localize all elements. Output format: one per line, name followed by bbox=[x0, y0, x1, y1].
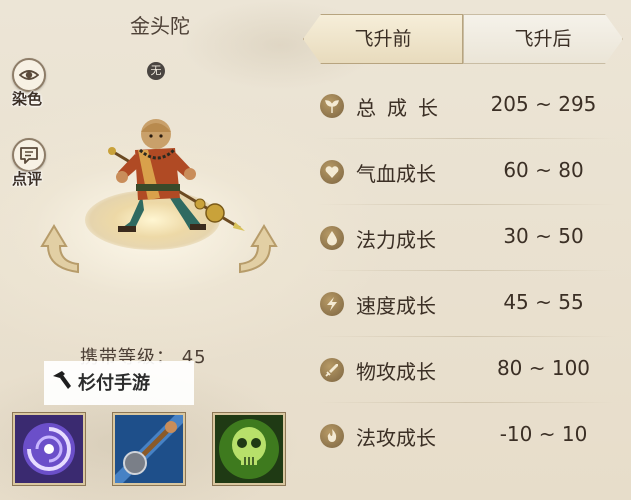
review-label: 点评 bbox=[11, 170, 42, 188]
total-growth-icon bbox=[320, 94, 344, 118]
status-badge: 无 bbox=[147, 62, 165, 80]
watermark: 杉付手游 bbox=[44, 361, 194, 405]
rotate-right-arrow-icon[interactable] bbox=[236, 220, 280, 276]
divider bbox=[316, 336, 616, 337]
stat-name: 总成长 bbox=[356, 96, 449, 120]
stat-name: 气血成长 bbox=[356, 162, 436, 186]
dye-label: 染色 bbox=[11, 90, 42, 108]
stat-row-physical-attack-growth: 物攻成长 80 ~ 100 bbox=[316, 350, 616, 390]
stat-range: 60 ~ 80 bbox=[503, 158, 584, 182]
stat-row-hp-growth: 气血成长 60 ~ 80 bbox=[316, 152, 616, 192]
chat-bubble-icon bbox=[12, 138, 46, 172]
divider bbox=[316, 204, 616, 205]
hammer-icon bbox=[53, 371, 71, 389]
dye-button[interactable]: 染色 bbox=[4, 58, 50, 120]
divider bbox=[316, 138, 616, 139]
drop-icon bbox=[320, 226, 344, 250]
divider bbox=[316, 402, 616, 403]
pet-name: 金头陀 bbox=[130, 14, 190, 38]
stat-range: 205 ~ 295 bbox=[490, 92, 597, 116]
vortex-skill-icon[interactable] bbox=[13, 413, 85, 485]
rotate-left-arrow-icon[interactable] bbox=[38, 220, 82, 276]
review-button[interactable]: 点评 bbox=[4, 138, 50, 200]
eye-icon bbox=[12, 58, 46, 92]
heart-icon bbox=[320, 160, 344, 184]
mace-skill-icon[interactable] bbox=[113, 413, 185, 485]
skull-skill-icon[interactable] bbox=[213, 413, 285, 485]
ascension-tabs: 飞升前 飞升后 bbox=[303, 14, 623, 64]
stat-range: 30 ~ 50 bbox=[503, 224, 584, 248]
tab-before-ascension[interactable]: 飞升前 bbox=[303, 14, 463, 64]
stat-name: 法力成长 bbox=[356, 228, 436, 252]
divider bbox=[316, 270, 616, 271]
stat-range: -10 ~ 10 bbox=[499, 422, 588, 446]
pet-character-image bbox=[108, 119, 245, 232]
stat-name: 速度成长 bbox=[356, 294, 436, 318]
stat-row-magic-attack-growth: 法攻成长 -10 ~ 10 bbox=[316, 416, 616, 456]
sword-icon bbox=[320, 358, 344, 382]
stat-row-speed-growth: 速度成长 45 ~ 55 bbox=[316, 284, 616, 324]
watermark-text: 杉付手游 bbox=[78, 373, 150, 394]
stat-name: 法攻成长 bbox=[356, 426, 436, 450]
lightning-icon bbox=[320, 292, 344, 316]
stat-range: 80 ~ 100 bbox=[496, 356, 591, 380]
tab-after-ascension[interactable]: 飞升后 bbox=[463, 14, 623, 64]
flame-icon bbox=[320, 424, 344, 448]
stat-row-total-growth: 总成长 205 ~ 295 bbox=[316, 86, 616, 126]
stat-range: 45 ~ 55 bbox=[503, 290, 584, 314]
stat-row-mana-growth: 法力成长 30 ~ 50 bbox=[316, 218, 616, 258]
stat-name: 物攻成长 bbox=[356, 360, 436, 384]
